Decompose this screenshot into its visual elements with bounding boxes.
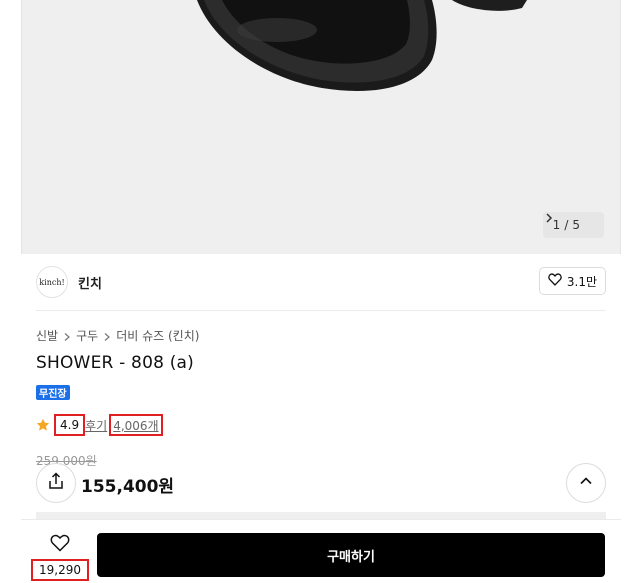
brand-like-button[interactable]: 3.1만 bbox=[538, 267, 606, 295]
chevron-right-icon bbox=[62, 331, 72, 341]
review-label[interactable]: 후기 bbox=[85, 417, 107, 434]
product-page: 1 / 5 kinch! 킨치 3.1만 신발 구두 더비 슈즈 (킨치) SH… bbox=[21, 0, 621, 583]
pager-total: 5 bbox=[572, 218, 580, 232]
brand-name[interactable]: 킨치 bbox=[78, 273, 102, 292]
breadcrumb-item-dress-shoes[interactable]: 구두 bbox=[76, 327, 98, 344]
heart-icon bbox=[50, 534, 70, 556]
chevron-up-icon bbox=[578, 473, 594, 493]
share-button[interactable] bbox=[36, 463, 76, 503]
scroll-top-button[interactable] bbox=[566, 463, 606, 503]
review-count-link[interactable]: 4,006개 bbox=[109, 414, 163, 436]
brand-logo[interactable]: kinch! bbox=[36, 266, 68, 298]
brand-logo-text: kinch! bbox=[39, 277, 65, 287]
wishlist-count: 19,290 bbox=[31, 559, 89, 581]
breadcrumb: 신발 구두 더비 슈즈 (킨치) bbox=[36, 327, 199, 344]
heart-icon bbox=[548, 273, 562, 289]
chevron-right-icon bbox=[102, 331, 112, 341]
rating-value: 4.9 bbox=[54, 414, 86, 436]
buy-button[interactable]: 구매하기 bbox=[97, 533, 605, 577]
share-icon bbox=[47, 472, 65, 494]
chevron-right-icon bbox=[546, 213, 596, 231]
bottom-action-bar: 19,290 구매하기 bbox=[21, 519, 621, 583]
wishlist-button[interactable]: 19,290 bbox=[29, 534, 91, 581]
breadcrumb-item-derby-shoes[interactable]: 더비 슈즈 (킨치) bbox=[116, 327, 199, 344]
breadcrumb-item-shoes[interactable]: 신발 bbox=[36, 327, 58, 344]
brand-row: kinch! 킨치 3.1만 bbox=[36, 264, 606, 300]
product-image bbox=[22, 0, 620, 254]
image-pager[interactable]: 1 / 5 bbox=[542, 212, 604, 238]
pager-separator: / bbox=[564, 218, 569, 232]
brand-like-count: 3.1만 bbox=[566, 274, 597, 289]
star-icon bbox=[36, 418, 50, 432]
divider bbox=[36, 310, 606, 311]
musinsa-badge: 무진장 bbox=[36, 385, 70, 400]
product-title: SHOWER - 808 (a) bbox=[36, 353, 194, 373]
product-image-carousel[interactable]: 1 / 5 bbox=[21, 0, 621, 254]
rating-row: 4.9 후기 4,006개 bbox=[36, 414, 163, 436]
sale-price: 155,400원 bbox=[81, 477, 175, 497]
